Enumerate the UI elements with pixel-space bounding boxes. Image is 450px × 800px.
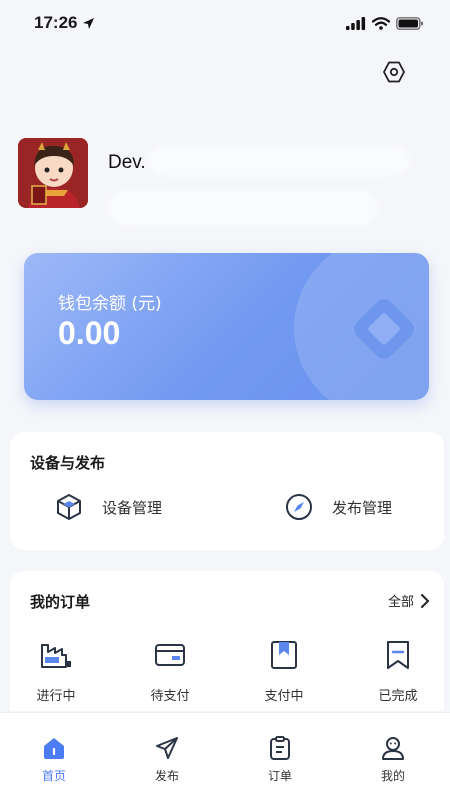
profile-blur-overlay-secondary [108,190,378,226]
devices-card: 设备与发布 设备管理 发布管理 [10,432,444,550]
home-icon [44,738,64,759]
tab-mine[interactable]: 我的 [363,735,423,784]
device-management-label: 设备管理 [102,498,163,517]
send-icon [156,737,178,759]
order-label-completed: 已完成 [378,689,418,704]
see-all-label: 全部 [387,595,414,610]
wallet-title: 钱包余额 (元) [58,294,162,314]
status-time: 17:26 [34,13,95,33]
status-time-text: 17:26 [34,13,78,32]
orders-card: 我的订单 全部 进行中 待支付 支付中 已完成 [10,571,444,711]
wifi-icon [372,16,390,30]
publish-management-button[interactable]: 发布管理 [284,492,392,522]
chevron-right-icon [421,593,430,608]
tab-publish-label: 发布 [154,769,179,783]
avatar-image [18,138,88,208]
order-status-paying[interactable]: 支付中 [244,639,324,704]
bookmark-box-icon [271,641,297,669]
tab-home-label: 首页 [41,769,66,783]
location-arrow-icon [83,17,95,29]
wallet-amount: 0.00 [58,315,121,351]
cube-icon [57,494,81,520]
order-status-in-progress[interactable]: 进行中 [16,639,96,704]
device-management-button[interactable]: 设备管理 [54,492,162,522]
publish-management-label: 发布管理 [332,498,393,517]
order-label-in-progress: 进行中 [36,689,76,704]
status-bar: 17:26 [0,0,450,46]
compass-icon [286,494,312,520]
tab-mine-label: 我的 [380,769,405,783]
wallet-diamond-icon [354,299,414,359]
status-icons [346,16,424,30]
username: Dev. [108,152,146,173]
order-label-paying: 支付中 [264,689,304,704]
cellular-signal-icon [346,16,366,30]
settings-hexagon-icon [383,61,405,83]
tab-orders[interactable]: 订单 [250,735,310,784]
battery-icon [396,16,423,30]
user-icon [382,737,404,760]
tab-orders-label: 订单 [267,769,292,783]
avatar[interactable] [18,138,88,208]
tab-home[interactable]: 首页 [24,735,84,784]
wallet-card[interactable]: 钱包余额 (元) 0.00 [24,253,429,400]
order-label-pending-payment: 待支付 [150,689,190,704]
profile-blur-overlay [148,146,410,176]
orders-see-all-link[interactable]: 全部 [388,591,430,610]
order-status-completed[interactable]: 已完成 [358,639,438,704]
bookmark-check-icon [387,641,409,669]
order-status-pending-payment[interactable]: 待支付 [130,639,210,704]
profile-section[interactable]: Dev. [18,138,418,228]
card-icon [155,644,185,666]
bottom-tab-bar: 首页 发布 订单 我的 [0,712,450,800]
tab-publish[interactable]: 发布 [137,735,197,784]
orders-card-title: 我的订单 [30,593,91,611]
factory-icon [41,644,71,668]
clipboard-icon [270,736,290,760]
devices-card-title: 设备与发布 [30,454,106,472]
settings-button[interactable] [380,58,408,86]
